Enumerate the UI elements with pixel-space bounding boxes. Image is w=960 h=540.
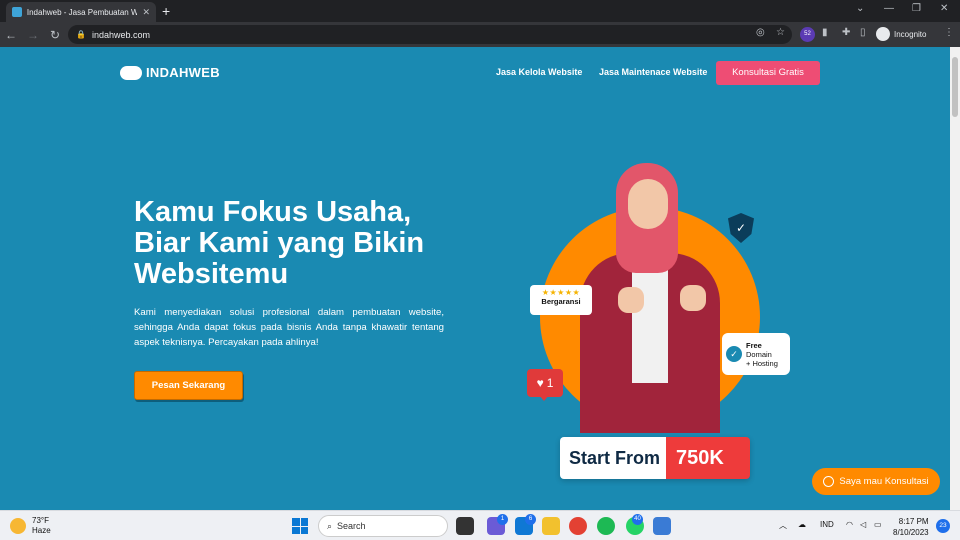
guarantee-label: Bergaransi [541, 297, 581, 306]
whatsapp-icon [823, 476, 835, 487]
notification-badge[interactable]: 23 [936, 519, 950, 533]
restore-icon[interactable]: ❐ [912, 3, 921, 14]
wifi-icon[interactable]: ◠ [846, 520, 853, 529]
free-line-domain: Domain [746, 349, 772, 359]
free-line-hosting: + Hosting [746, 358, 778, 368]
clock-time: 8:17 PM [898, 517, 929, 526]
scrollbar-thumb[interactable] [952, 57, 958, 117]
chat-badge: 1 [497, 514, 508, 525]
close-tab-icon[interactable]: ✕ [142, 7, 150, 18]
whatsapp-label: Saya mau Konsultasi [839, 476, 929, 487]
tab-indahweb[interactable]: Indahweb - Jasa Pembuatan Website ✕ [6, 2, 156, 22]
like-bubble: ♥ 1 [527, 369, 563, 397]
system-clock[interactable]: 8:17 PM 8/10/2023 [893, 516, 929, 538]
windows-start-icon[interactable] [292, 518, 308, 534]
like-count: 1 [546, 376, 554, 390]
search-label: Search [337, 521, 366, 531]
minimize-icon[interactable]: — [884, 3, 894, 14]
page-scrollbar[interactable] [950, 47, 960, 510]
person-fist-left [618, 287, 644, 313]
temperature: 73°F [32, 516, 49, 525]
price-value: 750K [666, 437, 750, 479]
nav-jasa-kelola[interactable]: Jasa Kelola Website [496, 67, 582, 77]
logo-text: INDAHWEB [146, 65, 220, 80]
whatsapp-consult-button[interactable]: Saya mau Konsultasi [812, 468, 940, 495]
incognito-eye-icon[interactable]: ◎ [756, 27, 765, 38]
language-indicator[interactable]: IND [820, 520, 834, 529]
bookmark-star-icon[interactable]: ☆ [776, 27, 785, 38]
heart-icon: ♥ [536, 376, 544, 390]
hero-description: Kami menyediakan solusi profesional dala… [134, 307, 444, 348]
search-icon: ⌕ [327, 520, 333, 531]
lock-icon[interactable]: 🔒 [76, 30, 86, 39]
free-domain-card: ✓ Free Domain + Hosting [722, 333, 790, 375]
mail-badge: 6 [525, 514, 536, 525]
page-viewport: INDAHWEB Jasa Kelola Website Jasa Mainte… [0, 47, 950, 510]
browser-toolbar: ← → ↻ 🔒 indahweb.com ◎ ☆ 52 ▮ ✚ ▯ Incogn… [0, 22, 960, 47]
extension-badge[interactable]: 52 [800, 27, 815, 42]
extension-icon[interactable]: ▮ [822, 27, 828, 38]
task-view-icon[interactable] [456, 517, 474, 535]
back-icon[interactable]: ← [0, 28, 22, 42]
tab-strip: Indahweb - Jasa Pembuatan Website ✕ + ⌄ … [0, 0, 960, 22]
weather-haze-icon [10, 518, 26, 534]
chrome-icon[interactable] [569, 517, 587, 535]
reload-icon[interactable]: ↻ [44, 28, 66, 42]
incognito-avatar-icon [876, 27, 890, 41]
taskbar-search[interactable]: ⌕ Search [318, 515, 448, 537]
volume-icon[interactable]: ◁ [860, 520, 866, 529]
site-logo[interactable]: INDAHWEB [120, 65, 220, 80]
clock-date: 8/10/2023 [893, 528, 929, 537]
site-favicon-icon [12, 7, 22, 17]
person-face [628, 179, 668, 229]
hero-title-line: Biar Kami yang Bikin [134, 227, 425, 259]
profile-button[interactable]: Incognito [876, 27, 926, 41]
close-window-icon[interactable]: ✕ [940, 3, 948, 14]
puzzle-icon[interactable]: ✚ [842, 27, 850, 38]
cloud-logo-icon [120, 65, 142, 80]
check-icon: ✓ [726, 346, 742, 362]
battery-icon[interactable]: ▭ [874, 520, 882, 529]
profile-label: Incognito [894, 29, 927, 39]
hero-illustration: ✓ ★★★★★ Bergaransi ✓ Free Domain + Hosti… [520, 157, 800, 479]
konsultasi-gratis-button[interactable]: Konsultasi Gratis [716, 61, 820, 85]
person-fist-right [680, 285, 706, 311]
weather-condition: Haze [32, 526, 51, 535]
taskbar: 73°F Haze ⌕ Search 1 6 40 ︿ ☁ IND ◠ ◁ ▭ … [0, 510, 960, 540]
hero-title-line: Kamu Fokus Usaha, [134, 196, 412, 228]
onedrive-icon[interactable]: ☁ [798, 520, 806, 529]
spotify-icon[interactable] [597, 517, 615, 535]
tray-chevron-icon[interactable]: ︿ [779, 520, 787, 531]
free-title: Free [746, 340, 762, 350]
pesan-sekarang-button[interactable]: Pesan Sekarang [134, 371, 243, 400]
new-tab-button[interactable]: + [162, 3, 170, 19]
menu-kebab-icon[interactable]: ⋮ [944, 27, 954, 38]
shield-check-icon: ✓ [728, 213, 754, 243]
price-tag: Start From 750K [560, 437, 750, 479]
guarantee-card: ★★★★★ Bergaransi [530, 285, 592, 315]
nav-jasa-maintenance[interactable]: Jasa Maintenace Website [599, 67, 707, 77]
price-label: Start From [560, 437, 667, 479]
weather-widget[interactable]: 73°F Haze [10, 516, 51, 536]
side-panel-icon[interactable]: ▯ [860, 27, 866, 38]
rating-stars-icon: ★★★★★ [541, 288, 581, 297]
url-text[interactable]: indahweb.com [92, 30, 150, 40]
address-bar[interactable]: 🔒 indahweb.com [68, 25, 792, 44]
hero-title: Kamu Fokus Usaha, Biar Kami yang Bikin W… [134, 197, 464, 290]
notepad-icon[interactable] [653, 517, 671, 535]
file-explorer-icon[interactable] [542, 517, 560, 535]
tab-search-icon[interactable]: ⌄ [856, 3, 864, 14]
hero-title-line: Websitemu [134, 258, 289, 290]
like-bubble-tail [539, 395, 549, 401]
whatsapp-badge: 40 [632, 514, 643, 525]
tab-title: Indahweb - Jasa Pembuatan Website [26, 7, 138, 17]
forward-icon[interactable]: → [22, 28, 44, 42]
person-shirt [632, 263, 668, 383]
